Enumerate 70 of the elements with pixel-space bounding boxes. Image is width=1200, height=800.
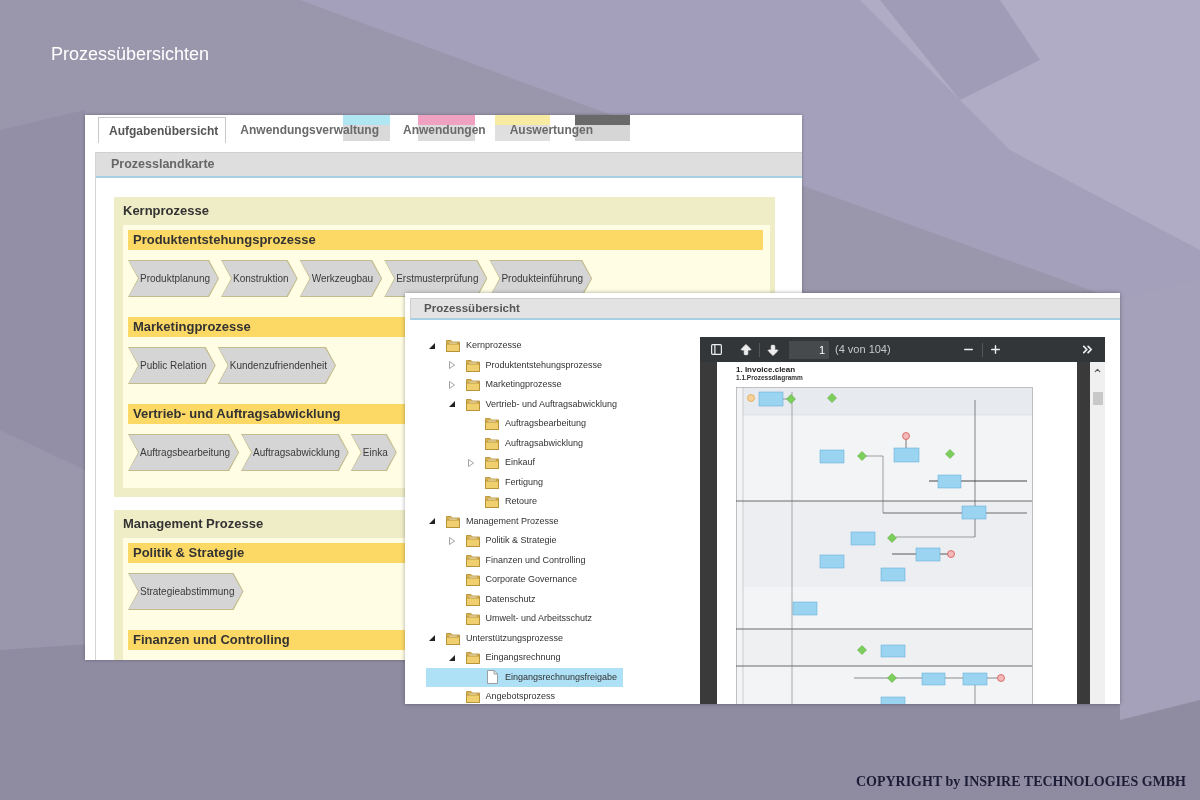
process-step-chevron[interactable]: Einka [350,434,397,471]
tree-item[interactable]: Management Prozesse [426,511,565,531]
section-heading: Produktentstehungsprozesse [128,230,763,250]
process-step-chevron[interactable]: Auftragsbearbeitung [128,434,240,471]
arrow-up-icon[interactable] [739,342,753,357]
tree-item[interactable]: Corporate Governance [426,570,584,590]
folder-icon [465,534,480,548]
tree-item[interactable]: Fertigung [426,472,550,492]
tree-item[interactable]: Eingangsrechnung [426,648,567,668]
document-title: 1. Invoice.clean [736,365,796,374]
tree-item[interactable]: Kernprozesse [426,336,528,356]
folder-icon [485,475,499,489]
page-number-field[interactable]: 1 [789,340,829,359]
process-step-chevron[interactable]: Public Relation [128,347,216,384]
tree-item[interactable]: Eingangsrechnungsfreigabe [426,667,624,687]
tree-item[interactable]: Datenschutz [426,589,542,609]
process-step-chevron[interactable]: Kundenzufriendenheit [217,347,337,384]
folder-icon [485,495,499,509]
tab[interactable]: Anwendungsverwaltung [230,117,390,143]
tab[interactable]: Anwendungen [393,117,496,143]
caret-down-icon[interactable] [429,342,435,349]
folder-icon [465,690,480,704]
page-count-text: (4 von 104) [835,342,891,358]
caret-down-icon[interactable] [429,518,435,525]
process-step-chevron[interactable]: Erstmusterprüfung [384,260,488,297]
document-icon [487,670,498,685]
folder-icon [485,417,499,431]
scrollbar[interactable] [1090,362,1105,704]
caret-down-icon[interactable] [448,401,455,408]
scrollbar-thumb[interactable] [1092,392,1103,405]
folder-icon [465,612,480,626]
group-title: Management Prozesse [123,515,264,534]
chevron-up-icon[interactable] [1093,366,1102,375]
folder-icon [465,358,480,372]
slide-title: Prozessübersichten [51,43,210,66]
tab[interactable]: Auswertungen [499,117,604,143]
copyright-text: COPYRIGHT by INSPIRE TECHNOLOGIES GMBH [855,773,1186,791]
tree-item[interactable]: Auftragsabwicklung [426,433,590,453]
process-step-chevron[interactable]: Werkzeugbau [299,260,383,297]
folder-icon [465,651,480,665]
process-step-chevron[interactable]: Konstruktion [221,260,298,297]
folder-icon [446,514,460,528]
tree-item[interactable]: Einkauf [426,453,542,473]
folder-icon [465,378,480,392]
tree-item[interactable]: Produktentstehungsprozesse [426,355,609,375]
caret-down-icon[interactable] [429,635,435,642]
folder-icon [465,573,480,587]
process-step-chevron[interactable]: Produktplanung [128,260,220,297]
folder-icon [465,592,480,606]
folder-icon [465,553,480,567]
tree-item[interactable]: Umwelt- und Arbeitsschutz [426,609,599,629]
panel-header: Prozesslandkarte [96,152,802,178]
folder-icon [485,436,499,450]
folder-icon [485,456,499,470]
panel-header: Prozessübersicht [410,298,1120,320]
folder-icon [465,397,480,411]
tab[interactable]: Aufgabenübersicht [98,117,227,143]
plus-icon[interactable] [989,343,1002,356]
tree-item[interactable]: Retoure [426,492,544,512]
tree-item[interactable]: Unterstützungsprozesse [426,628,570,648]
group-title: Kernprozesse [123,202,209,221]
sidebar-icon[interactable] [710,343,723,356]
folder-icon [446,631,460,645]
process-step-chevron[interactable]: Strategieabstimmung [128,573,244,610]
process-step-chevron[interactable]: Auftragsabwicklung [241,434,349,471]
arrow-down-icon[interactable] [766,342,780,357]
caret-down-icon[interactable] [448,654,455,661]
tree-item[interactable]: Marketingprozesse [426,375,568,395]
folder-icon [446,339,460,353]
tree-item[interactable]: Angebotsprozess [426,687,562,704]
